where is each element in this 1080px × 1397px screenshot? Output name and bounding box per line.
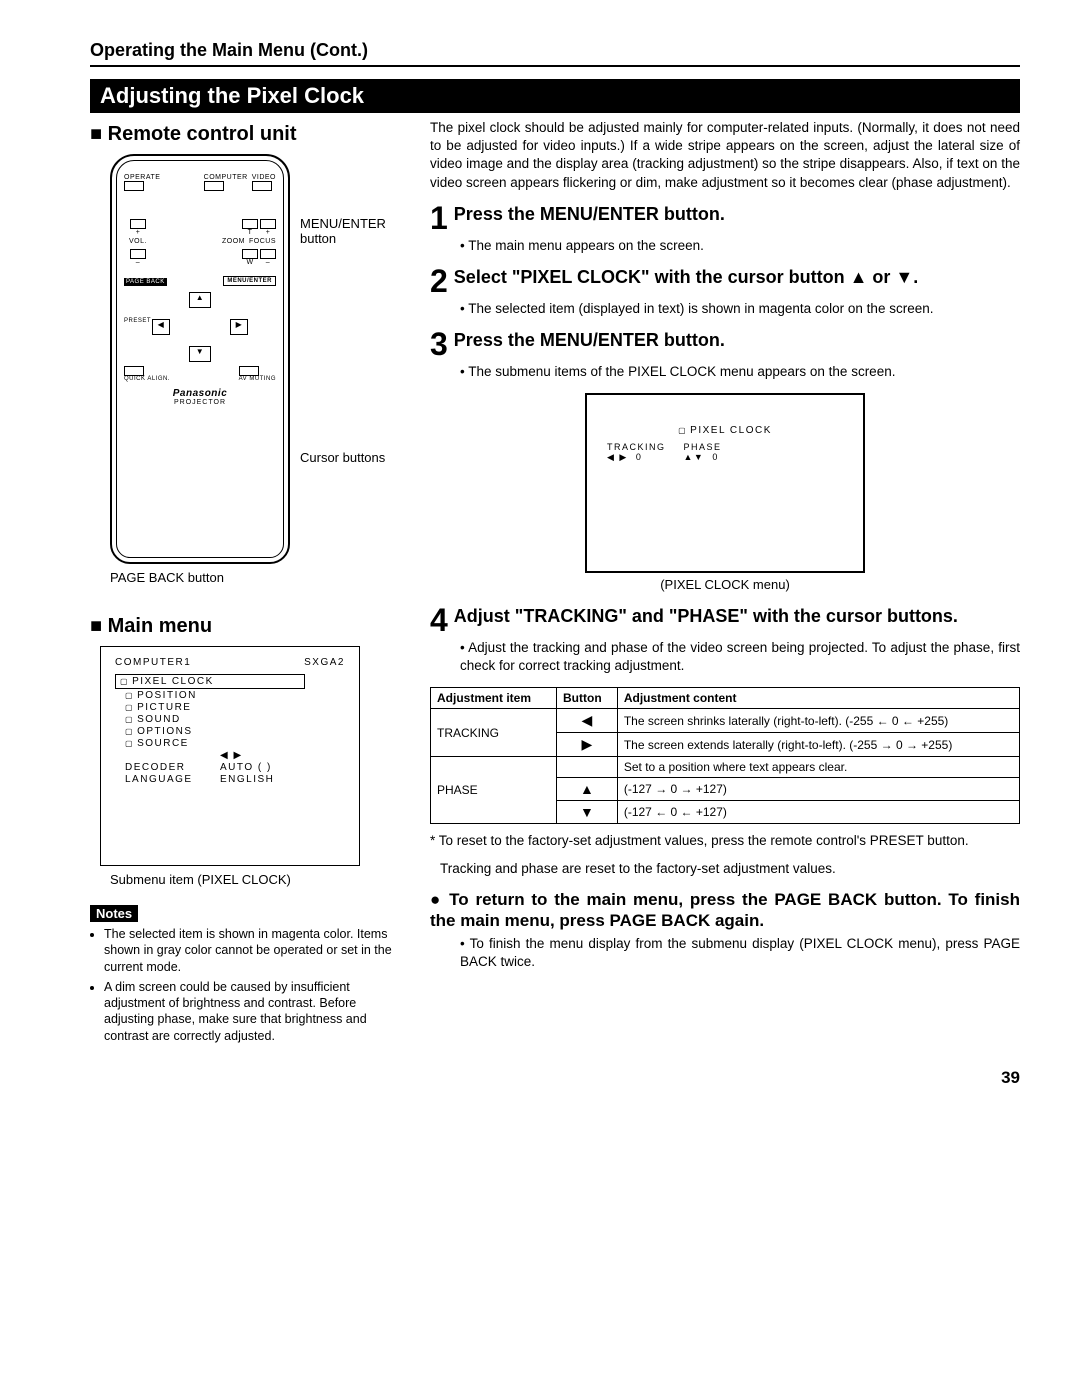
remote-label-av-muting: AV MUTING [239,376,276,382]
screen-caption: (PIXEL CLOCK menu) [430,577,1020,592]
step-3-number: 3 [430,330,448,359]
remote-cursor-down: ▼ [189,346,211,362]
td-down-arrow-icon: ▼ [557,801,618,824]
page-header: Operating the Main Menu (Cont.) [90,40,1020,67]
td-left-arrow-icon: ◀ [557,709,618,733]
remote-page-back-btn: PAGE BACK [124,278,167,286]
notes-list: The selected item is shown in magenta co… [90,926,400,1044]
menu-computer1: COMPUTER1 [115,657,191,668]
td-tracking: TRACKING [431,709,557,757]
th-button: Button [557,688,618,709]
step-1-number: 1 [430,204,448,233]
remote-label-quick-align: QUICK ALIGN. [124,376,170,382]
th-item: Adjustment item [431,688,557,709]
screen-title: PIXEL CLOCK [690,425,772,436]
step-4-bullet: Adjust the tracking and phase of the vid… [460,639,1020,675]
adjustment-table: Adjustment item Button Adjustment conten… [430,687,1020,824]
step-1-bullet: The main menu appears on the screen. [460,237,1020,255]
callout-cursor: Cursor buttons [300,450,410,465]
screen-phase-value: 0 [712,452,719,462]
remote-diagram: OPERATE COMPUTER VIDEO + T + [110,154,290,564]
menu-arrows: ◀ ▶ [125,750,345,761]
menu-item-position: ▢POSITION [125,690,345,701]
notes-label: Notes [90,905,138,922]
menu-item-options: ▢OPTIONS [125,726,345,737]
menu-item-pixel-clock: ▢PIXEL CLOCK [115,674,305,689]
menu-item-picture: ▢PICTURE [125,702,345,713]
menu-item-sound: ▢SOUND [125,714,345,725]
td-phase-up: (-127 → 0 → +127) [617,778,1019,801]
footnote-reset-2: Tracking and phase are reset to the fact… [440,860,1020,878]
page-number: 39 [90,1068,1020,1088]
td-up-arrow-icon: ▲ [557,778,618,801]
step-3-title: Press the MENU/ENTER button. [454,330,1020,359]
step-3-bullet: The submenu items of the PIXEL CLOCK men… [460,363,1020,381]
note-2: A dim screen could be caused by insuffic… [104,979,400,1044]
return-heading: To return to the main menu, press the PA… [430,889,1020,932]
pixel-clock-screen: ▢PIXEL CLOCK TRACKING ◀ ▶ 0 PHASE ▲▼ 0 [585,393,865,573]
remote-projector-label: PROJECTOR [124,399,276,406]
step-1-title: Press the MENU/ENTER button. [454,204,1020,233]
remote-label-vol: VOL. [124,238,152,245]
menu-item-language: LANGUAGEENGLISH [125,774,345,785]
intro-text: The pixel clock should be adjusted mainl… [430,119,1020,192]
note-1: The selected item is shown in magenta co… [104,926,400,975]
screen-phase-arrows: ▲▼ [684,452,705,462]
remote-vol-plus [130,219,146,229]
step-2-number: 2 [430,267,448,296]
td-phase-down: (-127 ← 0 ← +127) [617,801,1019,824]
remote-cursor-up: ▲ [189,292,211,308]
remote-label-preset: PRESET [124,318,151,324]
step-4-number: 4 [430,606,448,635]
remote-label-focus: FOCUS [249,238,276,245]
step-2-bullet: The selected item (displayed in text) is… [460,300,1020,318]
section-title-bar: Adjusting the Pixel Clock [90,79,1020,113]
remote-label-operate: OPERATE [124,174,160,181]
remote-label-zoom: ZOOM [222,238,245,245]
td-tracking-extend: The screen extends laterally (right-to-l… [617,733,1019,757]
step-2-title: Select "PIXEL CLOCK" with the cursor but… [454,267,1020,296]
td-right-arrow-icon: ▶ [557,733,618,757]
remote-label-video: VIDEO [252,174,276,181]
screen-phase-label: PHASE [684,442,722,452]
right-column: The pixel clock should be adjusted mainl… [430,119,1020,1048]
remote-brand: Panasonic [124,388,276,399]
return-bullet: To finish the menu display from the subm… [460,935,1020,971]
left-column: Remote control unit OPERATE COMPUTER VID… [90,119,400,1048]
remote-heading: Remote control unit [90,123,400,146]
callout-page-back: PAGE BACK button [110,570,400,585]
footnote-reset: * To reset to the factory-set adjustment… [430,832,1020,850]
submenu-caption: Submenu item (PIXEL CLOCK) [110,872,400,887]
menu-item-source: ▢SOURCE [125,738,345,749]
step-3: 3 Press the MENU/ENTER button. [430,330,1020,359]
callout-menu-enter: MENU/ENTER button [300,216,410,246]
menu-sxga2: SXGA2 [304,657,345,668]
td-tracking-shrink: The screen shrinks laterally (right-to-l… [617,709,1019,733]
td-phase-clear: Set to a position where text appears cle… [617,757,1019,778]
step-1: 1 Press the MENU/ENTER button. [430,204,1020,233]
step-2: 2 Select "PIXEL CLOCK" with the cursor b… [430,267,1020,296]
screen-tracking-label: TRACKING [607,442,666,452]
remote-cursor-right: ▶ [230,319,248,335]
td-phase: PHASE [431,757,557,824]
th-content: Adjustment content [617,688,1019,709]
main-menu-heading: Main menu [90,615,400,638]
remote-cursor-left: ◀ [152,319,170,335]
remote-label-computer: COMPUTER [204,174,248,181]
step-4-title: Adjust "TRACKING" and "PHASE" with the c… [454,606,1020,635]
screen-tracking-value: 0 [636,452,643,462]
remote-menu-enter-btn: MENU/ENTER [223,276,276,286]
main-menu-screen: COMPUTER1 SXGA2 ▢PIXEL CLOCK ▢POSITION ▢… [100,646,360,866]
screen-tracking-arrows: ◀ ▶ [607,452,628,462]
step-4: 4 Adjust "TRACKING" and "PHASE" with the… [430,606,1020,635]
menu-item-decoder: DECODERAUTO ( ) [125,762,345,773]
